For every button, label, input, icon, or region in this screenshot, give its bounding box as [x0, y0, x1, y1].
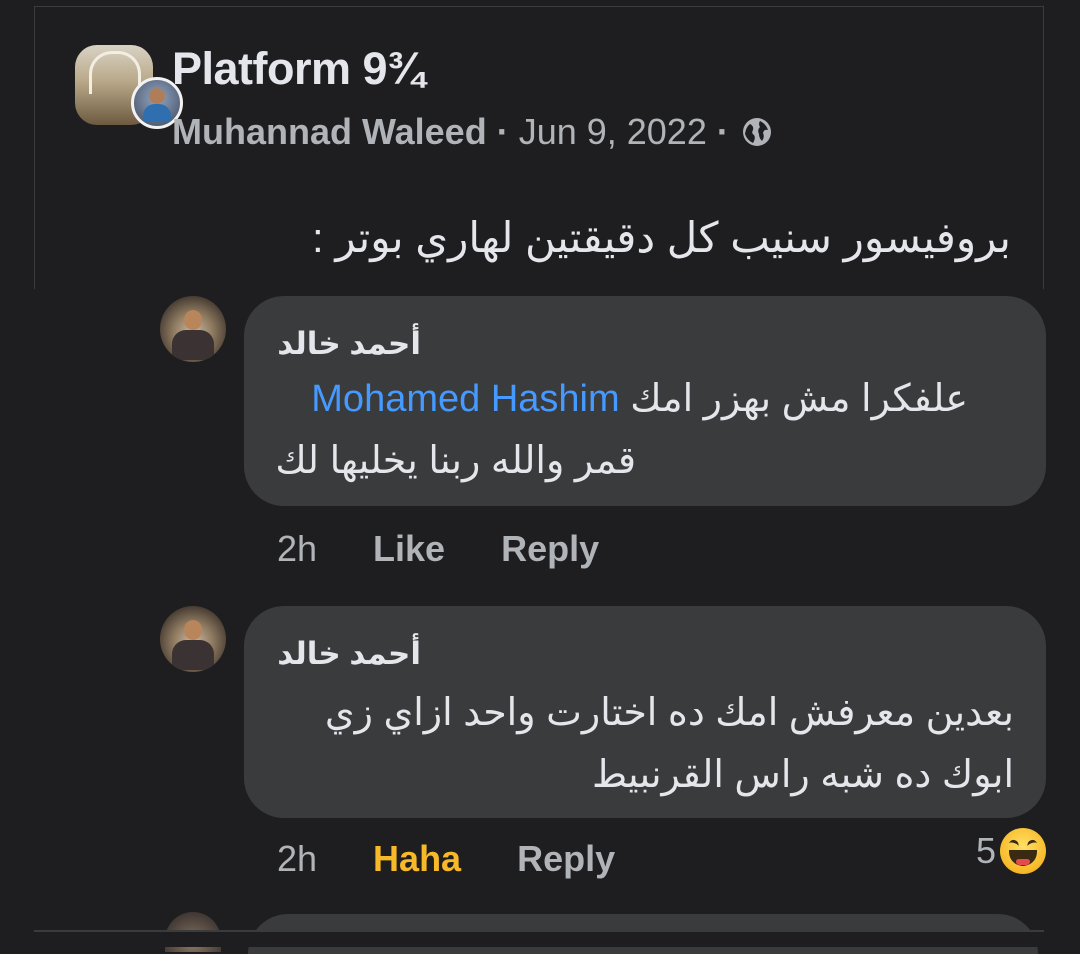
comment-author-2[interactable]: أحمد خالد [277, 636, 421, 672]
comment-time[interactable]: 2h [277, 528, 317, 570]
comment-text: علفكرا مش بهزر امك [630, 378, 968, 420]
comment-actions-2: 2h Haha Reply [277, 838, 615, 880]
comment-line-2b: ابوك ده شبه راس القرنبيط [591, 754, 1014, 796]
comment-actions: 2h Like Reply [277, 528, 599, 570]
reaction-summary[interactable]: 5 [976, 828, 1046, 874]
divider [34, 930, 1044, 932]
mention-link[interactable]: Mohamed Hashim [311, 378, 619, 420]
reaction-count: 5 [975, 830, 996, 871]
comment-author[interactable]: أحمد خالد [277, 326, 421, 362]
comment-line-2: قمر والله ربنا يخليها لك [275, 440, 636, 482]
post-card: Platform 9¾ Muhannad Waleed · Jun 9, 202… [34, 6, 1044, 289]
comment-line: علفكرا مش بهزر امك Mohamed Hashim [311, 376, 968, 421]
post-meta: Muhannad Waleed · Jun 9, 2022 · [172, 111, 773, 153]
post-date[interactable]: Jun 9, 2022 [519, 111, 707, 153]
comment-line-1: بعدين معرفش امك ده اختارت واحد ازاي زي [324, 692, 1014, 734]
haha-icon [1000, 828, 1046, 874]
post-author[interactable]: Muhannad Waleed [172, 111, 487, 153]
meta-separator: · [496, 111, 509, 152]
reply-button-2[interactable]: Reply [517, 838, 615, 880]
comment-bubble: أحمد خالد علفكرا مش بهزر امك Mohamed Has… [244, 296, 1046, 506]
bottom-area [0, 932, 1080, 947]
post-text: بروفيسور سنيب كل دقيقتين لهاري بوتر : [312, 214, 1011, 261]
meta-separator-2: · [716, 111, 729, 152]
comment-avatar[interactable] [160, 296, 226, 362]
haha-button[interactable]: Haha [373, 838, 461, 880]
comment-avatar-2[interactable] [160, 606, 226, 672]
reply-button[interactable]: Reply [501, 528, 599, 570]
comment-time-2[interactable]: 2h [277, 838, 317, 880]
comment-bubble-2: أحمد خالد بعدين معرفش امك ده اختارت واحد… [244, 606, 1046, 818]
globe-icon [742, 118, 771, 146]
group-name[interactable]: Platform 9¾ [172, 43, 425, 95]
like-button[interactable]: Like [373, 528, 445, 570]
